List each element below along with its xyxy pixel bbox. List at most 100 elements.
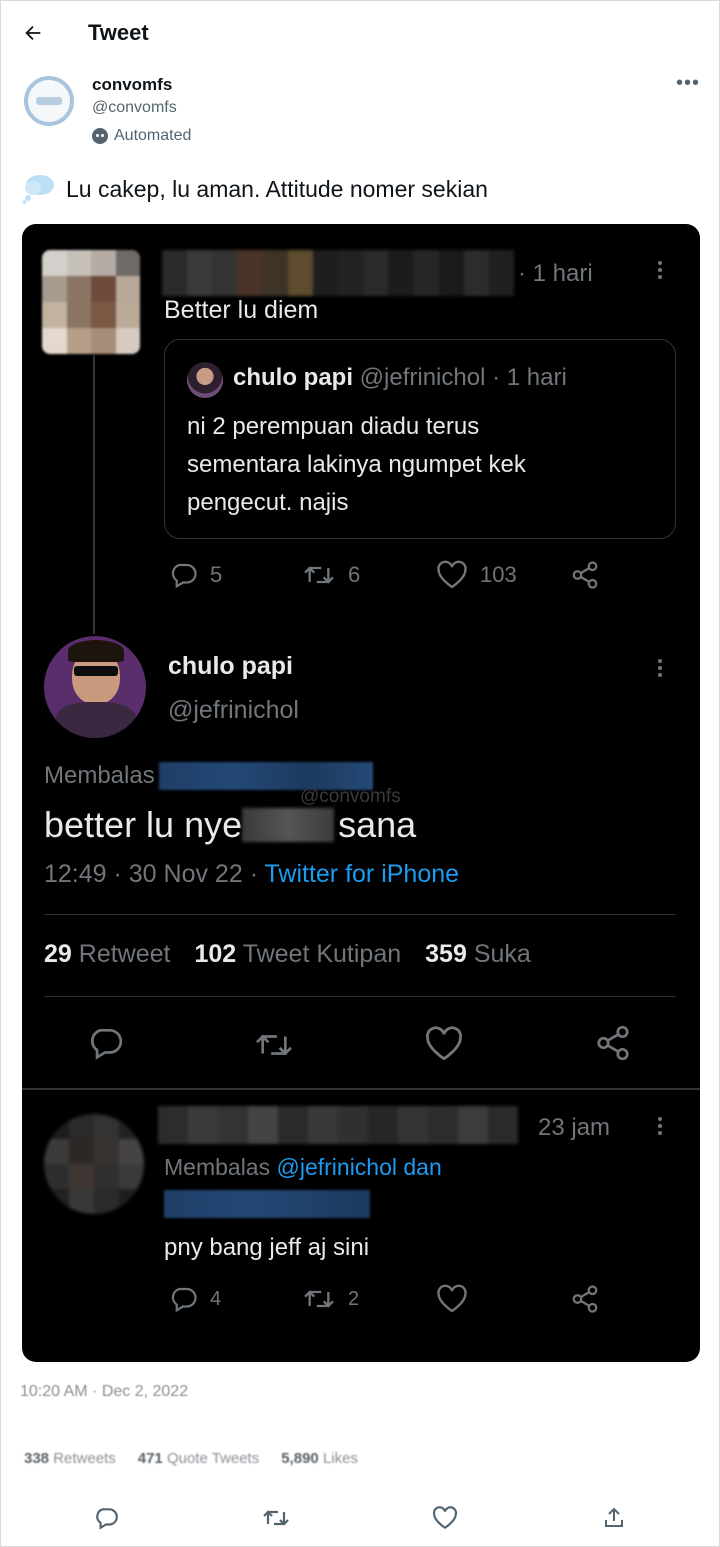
reply-count: 5 xyxy=(210,562,223,587)
quoted-header: chulo papi @jefrinichol · 1 hari xyxy=(233,364,567,392)
likes-label: Suka xyxy=(473,940,531,968)
retweet-icon xyxy=(304,1290,334,1308)
main-retweet-icon[interactable] xyxy=(252,1028,296,1062)
footer-likes[interactable]: 5,890 Likes xyxy=(281,1450,358,1467)
reply-count: 4 xyxy=(210,1287,222,1310)
quotes-label: Tweet Kutipan xyxy=(242,940,402,968)
replying-label: Membalas xyxy=(44,762,155,789)
retweets-stat[interactable]: 29 Retweet xyxy=(44,940,170,969)
back-arrow-icon[interactable] xyxy=(18,18,48,48)
author-avatar[interactable] xyxy=(24,76,74,126)
footer-like-icon[interactable] xyxy=(425,1500,465,1536)
quoted-tweet[interactable]: chulo papi @jefrinichol · 1 hari ni 2 pe… xyxy=(164,339,676,539)
quoted-text: ni 2 perempuan diadu terus sementara lak… xyxy=(187,408,526,522)
footer-quotes-count: 471 xyxy=(137,1450,163,1467)
share-icon xyxy=(572,1285,598,1313)
retweet-count: 2 xyxy=(348,1287,360,1310)
quotes-stat[interactable]: 102 Tweet Kutipan xyxy=(194,940,401,969)
footer-share-icon[interactable] xyxy=(594,1500,634,1536)
main-time: 12:49 · 30 Nov 22 · xyxy=(44,860,259,888)
automated-text: Automated xyxy=(114,127,192,144)
share-icon xyxy=(572,561,598,589)
main-reply-icon[interactable] xyxy=(86,1024,124,1062)
likes-stat[interactable]: 359 Suka xyxy=(425,940,531,969)
tweet-timestamp[interactable]: 10:20 AM · Dec 2, 2022 xyxy=(20,1383,188,1401)
footer-retweets[interactable]: 338 Retweets xyxy=(24,1450,116,1467)
client-link[interactable]: Twitter for iPhone xyxy=(265,860,460,888)
quoted-avatar xyxy=(187,362,223,398)
reply-1-more-icon[interactable] xyxy=(658,258,662,282)
tweet-stats: 338 Retweets 471 Quote Tweets 5,890 Like… xyxy=(24,1450,358,1467)
reply-thread-line xyxy=(93,354,95,634)
divider xyxy=(44,914,676,915)
like-button[interactable]: 103 xyxy=(436,560,570,590)
thought-balloon-icon xyxy=(22,175,54,204)
reply-2-actions: 4 2 xyxy=(168,1284,600,1314)
author-handle[interactable]: @convomfs xyxy=(92,99,177,117)
retweet-count: 6 xyxy=(348,562,361,587)
share-button[interactable] xyxy=(570,1284,600,1314)
reply-2-more-icon[interactable] xyxy=(658,1114,662,1138)
censored-username-2 xyxy=(158,1106,518,1144)
reply-2-time: 23 jam xyxy=(538,1114,611,1141)
censored-avatar-2 xyxy=(44,1114,144,1214)
main-stats: 29 Retweet 102 Tweet Kutipan 359 Suka xyxy=(44,940,531,969)
main-heart-icon[interactable] xyxy=(424,1026,464,1062)
footer-retweet-icon[interactable] xyxy=(256,1500,296,1536)
heart-icon xyxy=(437,560,467,589)
reply-icon xyxy=(171,563,197,589)
tweet-text: Lu cakep, lu aman. Attitude nomer sekian xyxy=(22,174,488,204)
retweets-label: Retweet xyxy=(78,940,171,968)
retweet-icon xyxy=(304,566,334,584)
author-name[interactable]: convomfs xyxy=(92,75,172,95)
quoted-text-line: sementara lakinya ngumpet kek xyxy=(187,451,526,478)
main-share-icon[interactable] xyxy=(594,1024,632,1062)
footer-reply-icon[interactable] xyxy=(86,1500,126,1536)
replying-label: Membalas xyxy=(164,1154,271,1180)
retweet-button[interactable]: 6 xyxy=(302,561,436,589)
censored-username-1 xyxy=(162,250,514,296)
main-author-name[interactable]: chulo papi xyxy=(168,652,293,681)
like-count: 103 xyxy=(480,562,517,587)
retweet-button[interactable]: 2 xyxy=(302,1285,436,1313)
reply-1-time: · 1 hari xyxy=(518,260,593,287)
reply-icon xyxy=(171,1287,197,1313)
replying-target[interactable]: @jefrinichol dan xyxy=(277,1154,442,1180)
main-more-icon[interactable] xyxy=(658,656,662,680)
footer-quotes-label: Quote Tweets xyxy=(166,1450,260,1467)
reply-button[interactable]: 4 xyxy=(168,1284,302,1314)
quoted-handle: @jefrinichol xyxy=(359,364,486,391)
footer-retweets-label: Retweets xyxy=(53,1450,116,1467)
top-bar: Tweet xyxy=(0,0,720,68)
main-avatar[interactable] xyxy=(44,636,146,738)
reply-2-replying: Membalas @jefrinichol dan xyxy=(164,1154,442,1181)
section-divider xyxy=(22,1088,700,1090)
reply-button[interactable]: 5 xyxy=(168,560,302,590)
quoted-text-line: ni 2 perempuan diadu terus xyxy=(187,413,480,440)
retweets-count: 29 xyxy=(44,940,72,968)
tweet-body: Lu cakep, lu aman. Attitude nomer sekian xyxy=(66,175,488,202)
censored-avatar-1 xyxy=(42,250,140,354)
quoted-time: · 1 hari xyxy=(492,364,567,391)
quoted-text-line: pengecut. najis xyxy=(187,489,349,516)
main-text-end: sana xyxy=(338,804,417,845)
more-options-icon[interactable]: ••• xyxy=(676,72,700,95)
attached-screenshot[interactable]: · 1 hari Better lu diem chulo papi @jefr… xyxy=(22,224,700,1362)
footer-actions xyxy=(0,1500,720,1536)
censored-reply-target-2 xyxy=(164,1190,370,1218)
like-button[interactable] xyxy=(436,1284,570,1314)
reply-2-text: pny bang jeff aj sini xyxy=(164,1234,370,1261)
quotes-count: 102 xyxy=(194,940,237,968)
main-text-start: better lu nye xyxy=(44,804,243,845)
reply-1-actions: 5 6 103 xyxy=(168,560,600,590)
divider xyxy=(44,996,676,997)
share-button[interactable] xyxy=(570,560,600,590)
footer-quotes[interactable]: 471 Quote Tweets xyxy=(138,1450,259,1467)
reply-1-text: Better lu diem xyxy=(164,296,319,324)
censored-word xyxy=(242,808,335,842)
footer-retweets-count: 338 xyxy=(24,1450,50,1467)
main-author-handle[interactable]: @jefrinichol xyxy=(168,696,299,725)
automated-label: Automated xyxy=(92,127,191,145)
quoted-name: chulo papi xyxy=(233,364,353,391)
main-timestamp: 12:49 · 30 Nov 22 · Twitter for iPhone xyxy=(44,860,459,889)
